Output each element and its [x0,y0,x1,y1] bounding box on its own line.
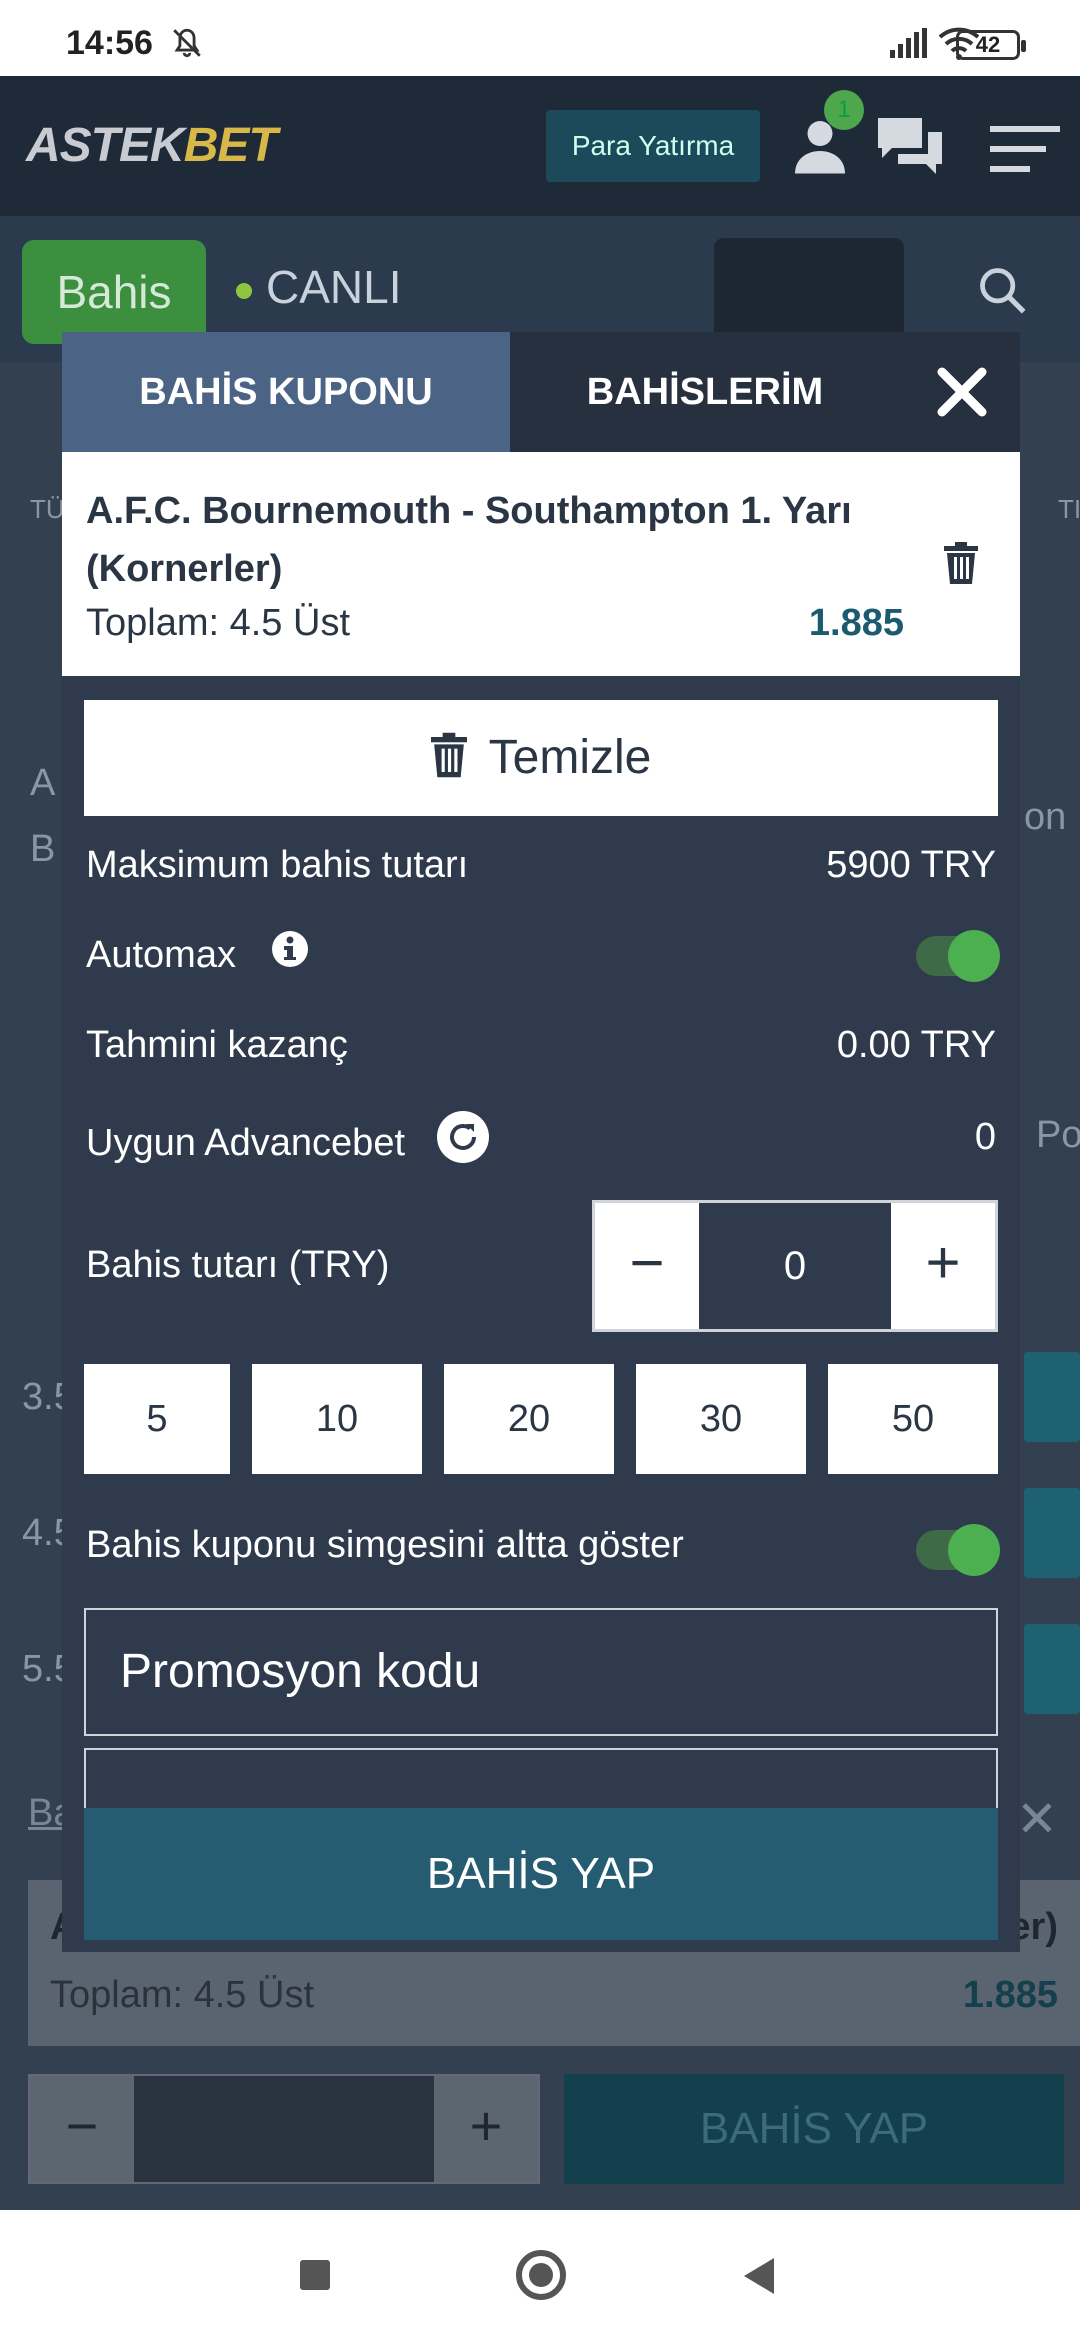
quick-amount-button[interactable]: 50 [828,1364,998,1474]
search-icon[interactable] [976,264,1028,321]
system-nav-bar [0,2210,1080,2340]
logo-part-2: BET [183,119,278,172]
live-dot-icon [236,282,252,299]
quick-amount-button[interactable]: 20 [444,1364,614,1474]
close-icon[interactable] [932,362,992,422]
advancebet-value: 0 [974,1116,996,1158]
advancebet-label: Uygun Advancebet [86,1122,406,1165]
tab-bahis-kuponu[interactable]: BAHİS KUPONU [62,332,510,452]
recents-icon[interactable] [300,2260,330,2290]
back-icon[interactable] [744,2258,774,2294]
bg-text: TI [1058,494,1080,524]
advancebet-row: Uygun Advancebet 0 [86,1111,996,1174]
show-icon-label: Bahis kuponu simgesini altta göster [86,1524,684,1566]
estimated-win-label: Tahmini kazanç [86,1024,348,1066]
brand-logo[interactable]: ASTEKBET [26,118,278,173]
bg-odds-button [1024,1624,1080,1714]
automax-label: Automax [86,934,236,976]
clear-label: Temizle [488,731,652,784]
live-label: CANLI [266,261,402,313]
stake-label: Bahis tutarı (TRY) [86,1244,390,1286]
modal-tabs: BAHİS KUPONU BAHİSLERİM [62,332,1020,452]
show-icon-row: Bahis kuponu simgesini altta göster [86,1524,1000,1576]
tab-canli[interactable]: CANLI [236,260,401,314]
info-icon[interactable] [271,930,309,978]
deposit-button[interactable]: Para Yatırma [546,110,760,182]
bg-close-icon: ✕ [1016,1791,1058,1847]
clear-button[interactable]: Temizle [84,700,998,816]
selection-market: Toplam: 4.5 Üst [86,602,350,644]
trash-icon [430,733,467,778]
promo-code-input[interactable]: Promosyon kodu [84,1608,998,1736]
bg-text: Po [1036,1114,1080,1156]
bg-bet-button: BAHİS YAP [564,2074,1064,2184]
bg-text: B [30,828,56,870]
menu-icon[interactable] [990,126,1060,177]
home-icon[interactable] [516,2250,566,2300]
automax-toggle[interactable] [916,930,1000,982]
quick-amount-button[interactable]: 10 [252,1364,422,1474]
status-bar: 14:56 42 [0,0,1080,76]
selection-card: A.F.C. Bournemouth - Southampton 1. Yarı… [62,452,1020,676]
logo-part-1: ASTEK [26,119,185,172]
status-time: 14:56 [66,24,153,62]
bell-muted-icon [170,26,204,65]
estimated-win-value: 0.00 TRY [836,1024,996,1066]
max-stake-value: 5900 TRY [826,844,996,886]
estimated-win-row: Tahmini kazanç 0.00 TRY [86,1024,996,1067]
bg-stake-stepper: − + [28,2074,540,2184]
bg-odds-button [1024,1352,1080,1442]
view-toggle[interactable] [714,238,904,344]
stake-minus-button[interactable]: − [595,1203,699,1329]
place-bet-button[interactable]: BAHİS YAP [84,1808,998,1940]
signal-icon [890,28,930,63]
refresh-icon[interactable] [436,1110,490,1174]
secondary-input[interactable] [84,1748,998,1808]
notification-badge: 1 [824,90,864,130]
bet-slip-modal: BAHİS KUPONU BAHİSLERİM A.F.C. Bournemou… [62,332,1020,1952]
quick-amount-button[interactable]: 5 [84,1364,230,1474]
bg-plus: + [434,2076,538,2182]
automax-row: Automax [86,930,1000,984]
tab-bahislerim[interactable]: BAHİSLERİM [510,332,900,452]
stake-stepper: − 0 + [592,1200,998,1332]
bg-minus: − [30,2076,134,2182]
battery-indicator: 42 [956,30,1026,60]
stake-plus-button[interactable]: + [891,1203,995,1329]
quick-amount-button[interactable]: 30 [636,1364,806,1474]
max-stake-label: Maksimum bahis tutarı [86,844,469,886]
max-stake-row: Maksimum bahis tutarı 5900 TRY [86,844,996,887]
bg-slip-odds: 1.885 [962,1974,1058,2016]
bg-text: TÜ [30,494,65,524]
tab-bahis[interactable]: Bahis [22,240,206,344]
trash-icon[interactable] [944,542,978,589]
bg-slip-line: Toplam: 4.5 Üst [50,1974,314,2016]
show-icon-toggle[interactable] [916,1524,1000,1576]
selection-title: A.F.C. Bournemouth - Southampton 1. Yarı… [86,490,852,590]
app-header: ASTEKBET Para Yatırma 1 [0,76,1080,216]
bg-text: on [1024,796,1067,838]
bg-odds-button [1024,1488,1080,1578]
bg-text: A [30,762,56,804]
chat-icon[interactable] [876,116,944,183]
stake-input[interactable]: 0 [699,1203,891,1329]
selection-odds: 1.885 [808,602,904,644]
